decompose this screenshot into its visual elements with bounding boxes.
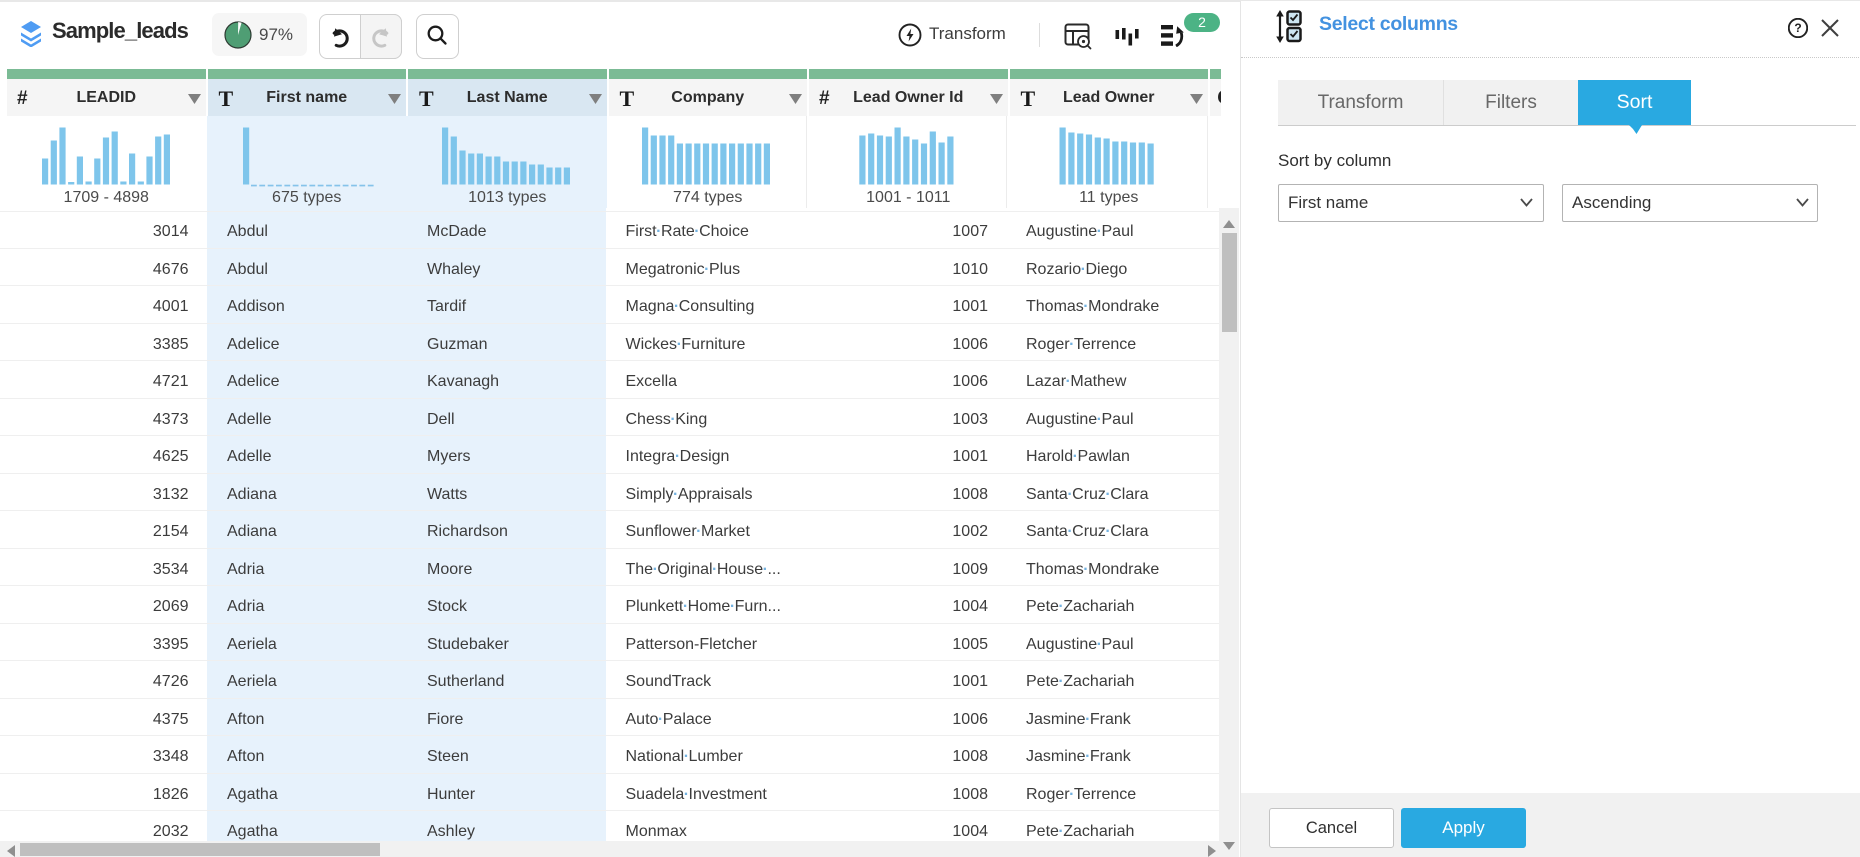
svg-text:?: ? [1794, 21, 1801, 35]
